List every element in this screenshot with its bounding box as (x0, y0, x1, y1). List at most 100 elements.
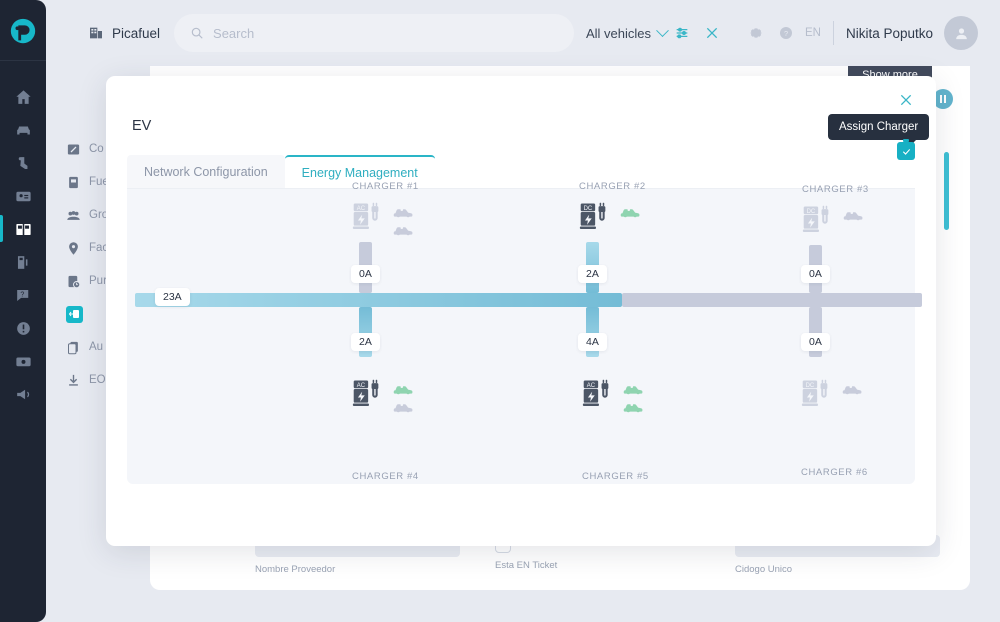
field-caption: Nombre Proveedor (255, 564, 336, 575)
group-icon (67, 210, 80, 220)
main-bus-inactive (622, 293, 922, 307)
charger-label: CHARGER #6 (801, 467, 868, 478)
dc-charger-station-icon: DC (801, 379, 828, 407)
car-charging-icon (620, 208, 640, 218)
svg-text:DC: DC (806, 383, 815, 389)
charger-cars (842, 204, 865, 222)
clear-filter-button[interactable] (697, 18, 727, 48)
charger-cars (622, 378, 645, 414)
user-name: Nikita Poputko (845, 25, 933, 41)
vehicle-filter-dropdown[interactable]: All vehicles (586, 23, 669, 41)
charger-graphic-5[interactable]: AC (582, 378, 645, 414)
dc-charger-station-icon: DC (579, 202, 606, 230)
sidebar-item-alerts[interactable] (0, 318, 46, 338)
charger-graphic-4[interactable]: AC (352, 378, 415, 414)
filter-settings-button[interactable] (667, 18, 697, 48)
energy-icon (68, 310, 79, 318)
charger-2-amp-label: 2A (578, 265, 607, 283)
charger-column-3: CHARGER #3 DC (802, 184, 952, 238)
field-caption: Cidogo Unico (735, 564, 793, 575)
car-idle-icon (393, 403, 413, 413)
charger-graphic[interactable]: DC (802, 204, 952, 238)
car-idle-icon (393, 226, 413, 236)
megaphone-icon (16, 389, 29, 399)
charger-column-4: CHARGER #4 (352, 471, 502, 482)
check-icon (902, 148, 910, 155)
purchase-clock-icon (68, 275, 81, 288)
charger-label: CHARGER #2 (579, 181, 646, 192)
charger-6-amp-label: 0A (801, 333, 830, 351)
pause-button[interactable] (933, 89, 953, 109)
car-charging-icon (623, 385, 643, 395)
help-circle-icon: ? (779, 27, 792, 39)
charger-cars (619, 201, 642, 219)
help-button[interactable]: ? (771, 18, 801, 48)
sidebar-item-fuel[interactable] (0, 252, 46, 272)
header-actions: All vehicles ? EN Nikita Poputko (586, 16, 1000, 50)
car-idle-icon (393, 208, 413, 218)
payment-card-icon (15, 357, 31, 366)
tab-network-configuration[interactable]: Network Configuration (127, 155, 285, 189)
avatar[interactable] (944, 16, 978, 50)
assign-charger-button[interactable] (897, 139, 915, 160)
ac-charger-station-icon: AC (352, 379, 379, 407)
charger-label: CHARGER #4 (352, 471, 419, 482)
app-logo (8, 16, 38, 46)
charger-cars (392, 378, 415, 414)
submenu-label: Co (89, 143, 104, 155)
sidebar-item-drivers[interactable] (0, 153, 46, 173)
settings-button[interactable] (741, 18, 771, 48)
sidebar-item-stations[interactable] (0, 215, 46, 242)
submenu-label: Pur (89, 275, 107, 287)
brand[interactable]: Picafuel (88, 25, 160, 41)
charger-label: CHARGER #3 (802, 184, 869, 195)
charger-label: CHARGER #5 (582, 471, 649, 482)
charger-graphic[interactable]: AC (352, 201, 502, 237)
download-icon (69, 374, 78, 386)
ev-modal: EV Assign Charger Network Configuration … (106, 76, 936, 546)
car-charging-icon (623, 403, 643, 413)
energy-diagram: 23A CHARGER #1 AC 0A CHARGER #2 DC 2A CH… (127, 181, 922, 484)
dc-charger-station-icon: DC (802, 205, 829, 233)
user-icon (955, 27, 967, 39)
app-root: ? Co Fue Gro Fac Pur Au EOI Show more No… (0, 0, 1000, 622)
sidebar-item-payments[interactable] (0, 351, 46, 371)
main-bus-active (135, 293, 622, 307)
station-icon (15, 223, 31, 235)
charger-column-6: CHARGER #6 (801, 467, 951, 478)
charger-label: CHARGER #1 (352, 181, 419, 192)
id-card-icon (15, 191, 31, 201)
fuel-doc-icon (69, 176, 78, 188)
document-copy-icon (68, 341, 78, 354)
search-input[interactable]: Search (174, 14, 575, 52)
ac-charger-station-icon: AC (352, 202, 379, 230)
page-title: EV (132, 118, 152, 134)
location-pin-icon (69, 241, 78, 255)
building-icon (90, 27, 102, 39)
ac-charger-station-icon: AC (582, 379, 609, 407)
main-bus-amp-label: 23A (155, 288, 190, 306)
search-icon (191, 27, 203, 39)
energy-icon-box (66, 305, 83, 323)
app-header: Picafuel Search All vehicles ? EN Nikita… (46, 0, 1000, 66)
svg-text:?: ? (784, 29, 788, 38)
sidebar-item-cards[interactable] (0, 186, 46, 206)
sidebar-item-announcements[interactable] (0, 384, 46, 404)
modal-close-button[interactable] (898, 92, 918, 112)
brand-name: Picafuel (112, 25, 161, 41)
charger-1-amp-label: 0A (351, 265, 380, 283)
language-selector[interactable]: EN (805, 27, 821, 39)
charger-cars (392, 201, 415, 237)
discount-icon (67, 144, 80, 154)
charger-column-5: CHARGER #5 (582, 471, 732, 482)
sidebar-item-support[interactable]: ? (0, 285, 46, 305)
charger-column-1: CHARGER #1 AC (352, 181, 502, 237)
sidebar-item-vehicles[interactable] (0, 120, 46, 140)
charger-5-amp-label: 4A (578, 333, 607, 351)
car-icon (16, 126, 30, 134)
sidebar-item-home[interactable] (0, 87, 46, 107)
charger-4-amp-label: 2A (351, 333, 380, 351)
charger-graphic[interactable]: DC (579, 201, 729, 235)
charger-graphic-6[interactable]: DC (801, 378, 864, 412)
svg-text:?: ? (20, 290, 24, 298)
